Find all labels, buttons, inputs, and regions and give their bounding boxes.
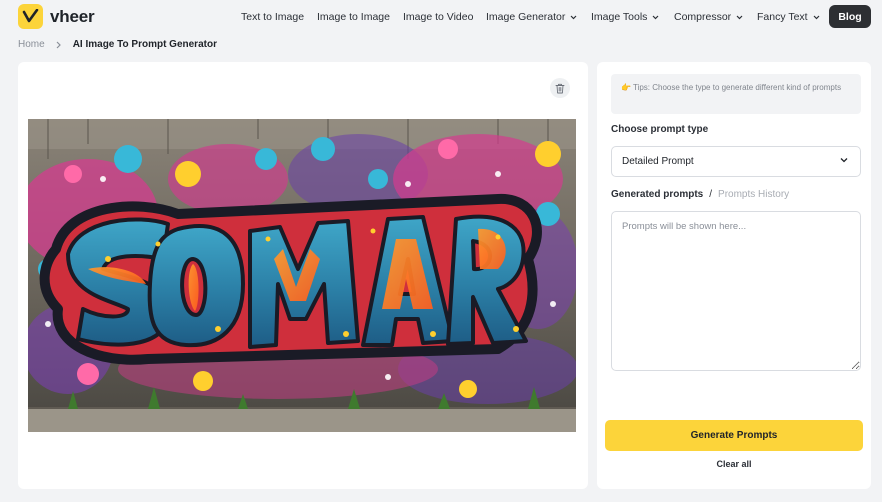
top-header: vheer Text to Image Image to Image Image… <box>0 0 882 34</box>
chevron-down-icon <box>653 15 659 19</box>
generate-prompts-button[interactable]: Generate Prompts <box>605 420 863 451</box>
nav-image-to-image[interactable]: Image to Image <box>317 11 390 23</box>
uploaded-image <box>28 119 576 432</box>
breadcrumb-home[interactable]: Home <box>18 39 45 50</box>
delete-image-button[interactable] <box>550 78 570 98</box>
blog-button[interactable]: Blog <box>829 5 871 28</box>
tips-text: Tips: Choose the type to generate differ… <box>632 83 842 92</box>
nav-label: Text to Image <box>241 11 305 23</box>
chevron-down-icon <box>570 15 577 19</box>
image-preview-panel <box>18 62 588 489</box>
nav-image-tools[interactable]: Image Tools <box>591 11 659 23</box>
nav-text-to-image[interactable]: Text to Image <box>241 11 304 23</box>
nav-label: Image to Image <box>317 11 390 23</box>
brand-logo[interactable]: vheer <box>18 4 95 29</box>
chevron-down-icon <box>840 158 848 163</box>
prompt-panel: 👉 Tips: Choose the type to generate diffe… <box>597 62 871 489</box>
prompt-type-value: Detailed Prompt <box>622 156 694 167</box>
tab-separator: / <box>709 189 713 200</box>
chevron-down-icon <box>736 15 743 19</box>
pointing-hand-icon: 👉 <box>621 83 631 92</box>
breadcrumb: Home AI Image To Prompt Generator <box>18 39 217 50</box>
nav-fancy-text[interactable]: Fancy Text <box>757 11 820 23</box>
chevron-down-icon <box>813 15 820 19</box>
chevron-right-icon <box>56 41 61 48</box>
nav-label: Image Generator <box>486 11 566 23</box>
nav-label: Image to Video <box>403 11 474 23</box>
brand-name: vheer <box>50 6 95 26</box>
nav-compressor[interactable]: Compressor <box>674 11 743 23</box>
tips-box: 👉 Tips: Choose the type to generate diffe… <box>611 74 861 114</box>
generated-prompts-tab[interactable]: Generated prompts <box>611 189 703 200</box>
prompt-type-label: Choose prompt type <box>611 124 709 135</box>
nav-image-generator[interactable]: Image Generator <box>486 11 577 23</box>
prompts-tabs: Generated prompts / Prompts History <box>611 189 789 200</box>
prompts-history-tab[interactable]: Prompts History <box>718 189 789 200</box>
nav-image-to-video[interactable]: Image to Video <box>403 11 473 23</box>
nav-label: Image Tools <box>591 11 648 23</box>
nav-label: Fancy Text <box>757 11 808 23</box>
breadcrumb-current: AI Image To Prompt Generator <box>72 39 217 50</box>
logo-icon <box>18 4 43 29</box>
clear-all-button[interactable]: Clear all <box>597 459 871 469</box>
prompt-output-field[interactable] <box>611 211 861 371</box>
trash-icon <box>555 83 565 93</box>
prompt-type-select[interactable]: Detailed Prompt <box>611 146 861 177</box>
nav-label: Compressor <box>674 11 732 23</box>
